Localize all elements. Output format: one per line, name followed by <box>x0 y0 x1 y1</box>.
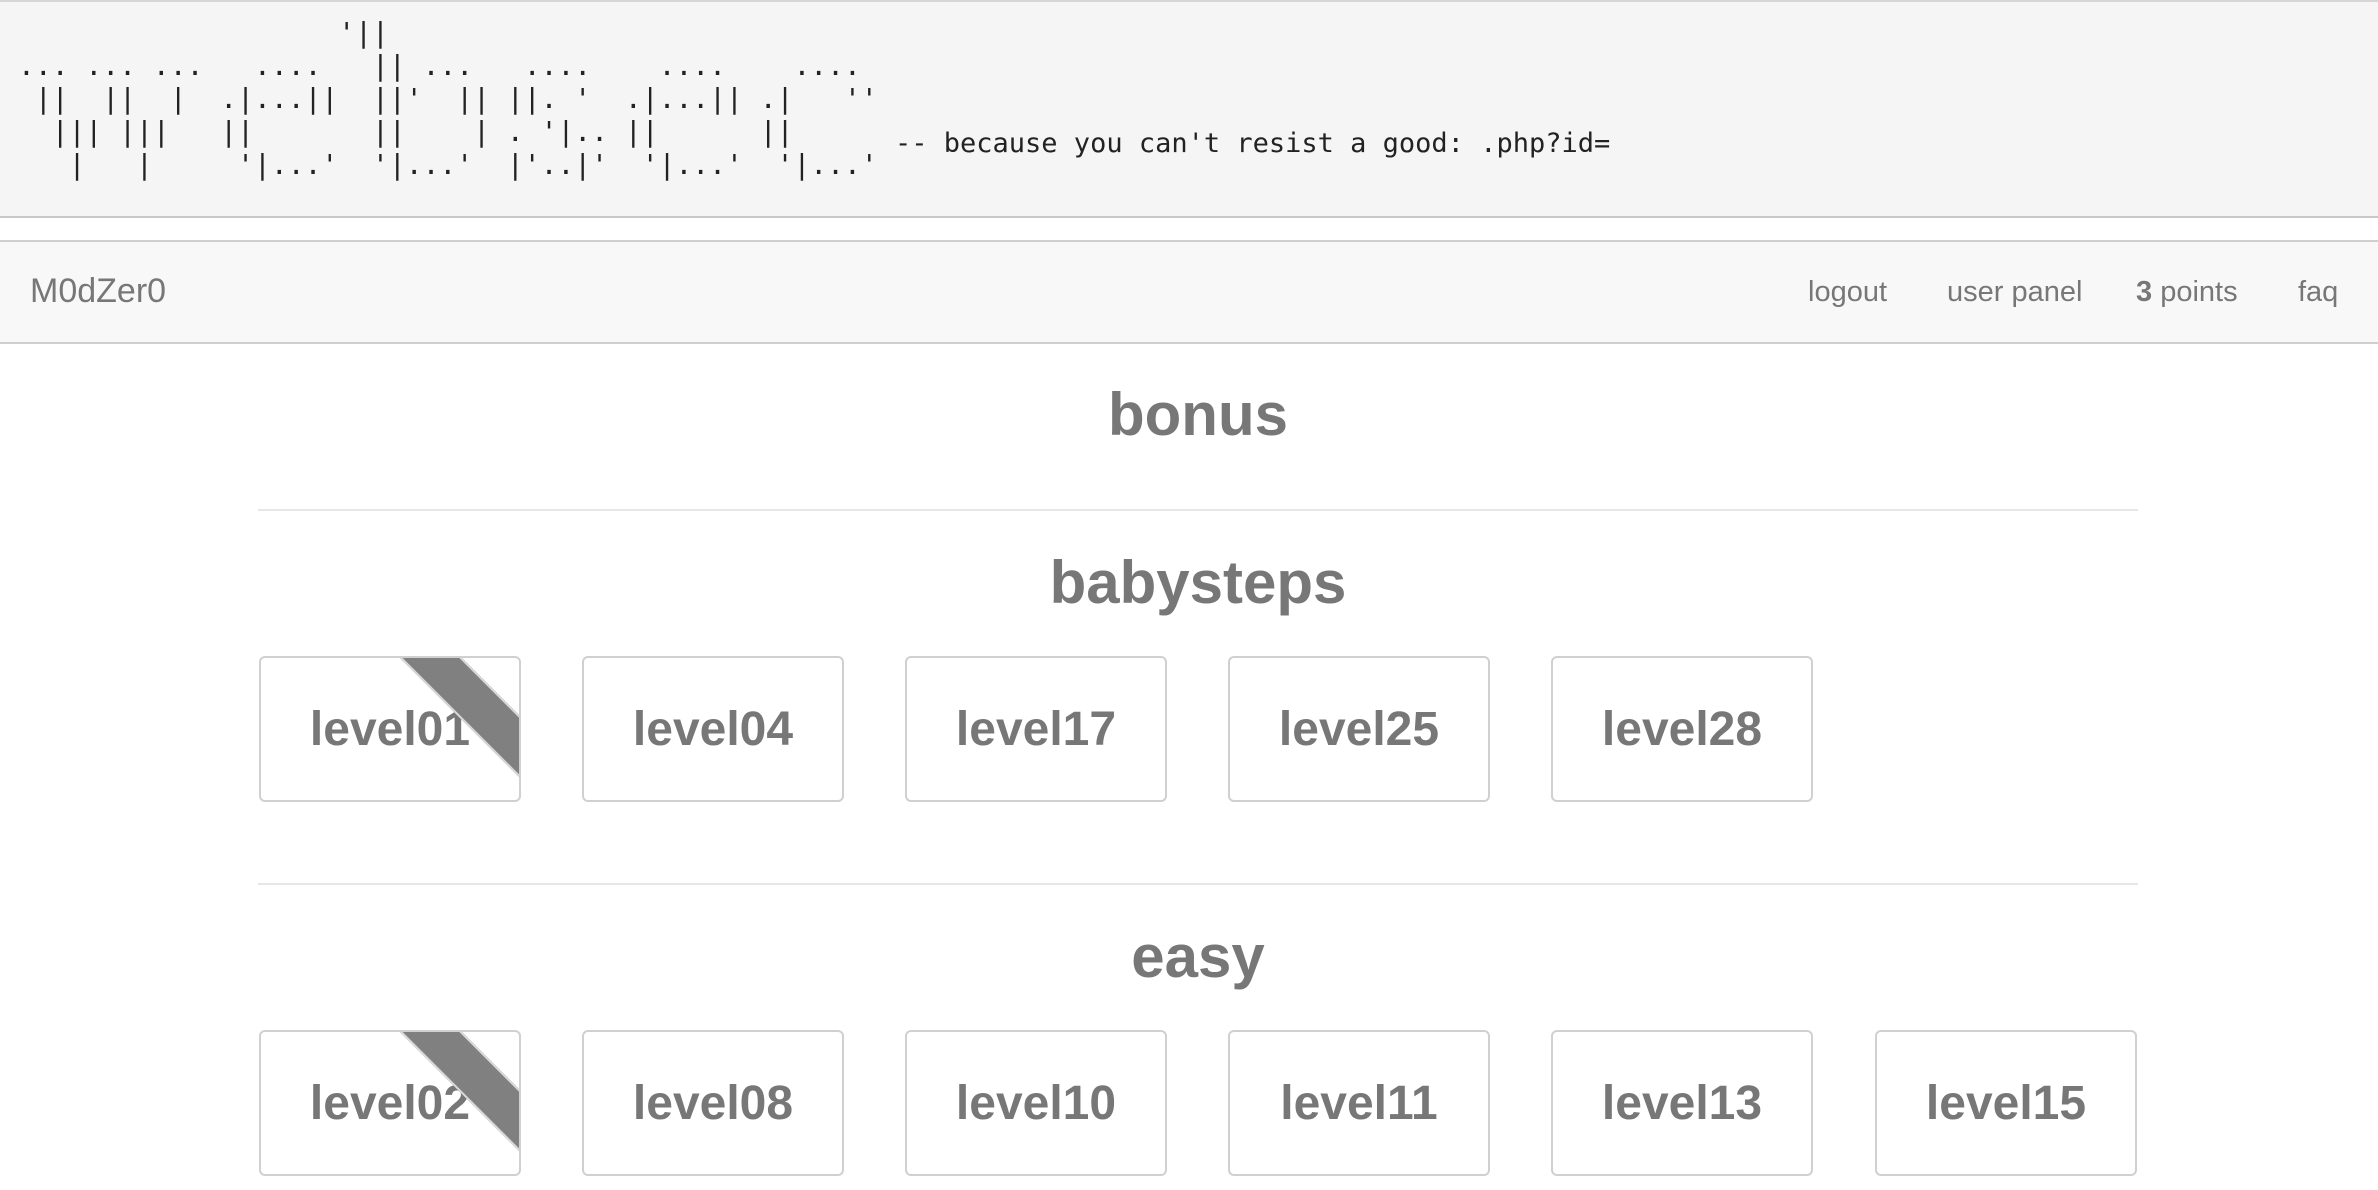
site-tagline: -- because you can't resist a good: .php… <box>895 128 1611 159</box>
level-card-level25[interactable]: level25 <box>1228 656 1490 802</box>
category-title-babysteps: babysteps <box>1049 549 1347 616</box>
category-title-bonus: bonus <box>1108 381 1288 448</box>
level-label: level08 <box>632 1077 794 1130</box>
level-card-level08[interactable]: level08 <box>582 1030 844 1176</box>
level-label: level04 <box>632 703 794 756</box>
points-label: points <box>2152 276 2238 308</box>
level-label: level10 <box>955 1077 1117 1130</box>
site-banner: '|| ... ... ... .... || ... .... .... ..… <box>0 0 2378 218</box>
level-card-level15[interactable]: level15 <box>1875 1030 2137 1176</box>
user-panel-link[interactable]: user panel <box>1947 276 2082 309</box>
level-label: level28 <box>1601 703 1763 756</box>
level-label: level17 <box>955 703 1117 756</box>
level-card-level17[interactable]: level17 <box>905 656 1167 802</box>
level-card-level02[interactable]: level02 <box>259 1030 521 1176</box>
brand-username[interactable]: M0dZer0 <box>30 272 166 311</box>
category-divider <box>258 509 2138 511</box>
level-card-level01[interactable]: level01 <box>259 656 521 802</box>
level-label: level11 <box>1280 1077 1438 1130</box>
points-value: 3 <box>2136 276 2153 308</box>
level-label: level15 <box>1925 1077 2087 1130</box>
level-card-level13[interactable]: level13 <box>1551 1030 1813 1176</box>
level-card-level11[interactable]: level11 <box>1228 1030 1490 1176</box>
level-label: level13 <box>1601 1077 1763 1130</box>
level-label: level25 <box>1278 703 1440 756</box>
logout-link[interactable]: logout <box>1808 276 1887 309</box>
points-link[interactable]: 3 points <box>2136 276 2238 309</box>
ascii-logo: '|| ... ... ... .... || ... .... .... ..… <box>18 16 878 181</box>
level-card-level04[interactable]: level04 <box>582 656 844 802</box>
level-card-level10[interactable]: level10 <box>905 1030 1167 1176</box>
category-divider <box>258 883 2138 885</box>
top-navbar: M0dZer0 logout user panel 3 points faq <box>0 240 2378 344</box>
category-title-easy: easy <box>1131 923 1265 990</box>
faq-link[interactable]: faq <box>2298 276 2338 309</box>
level-card-level28[interactable]: level28 <box>1551 656 1813 802</box>
